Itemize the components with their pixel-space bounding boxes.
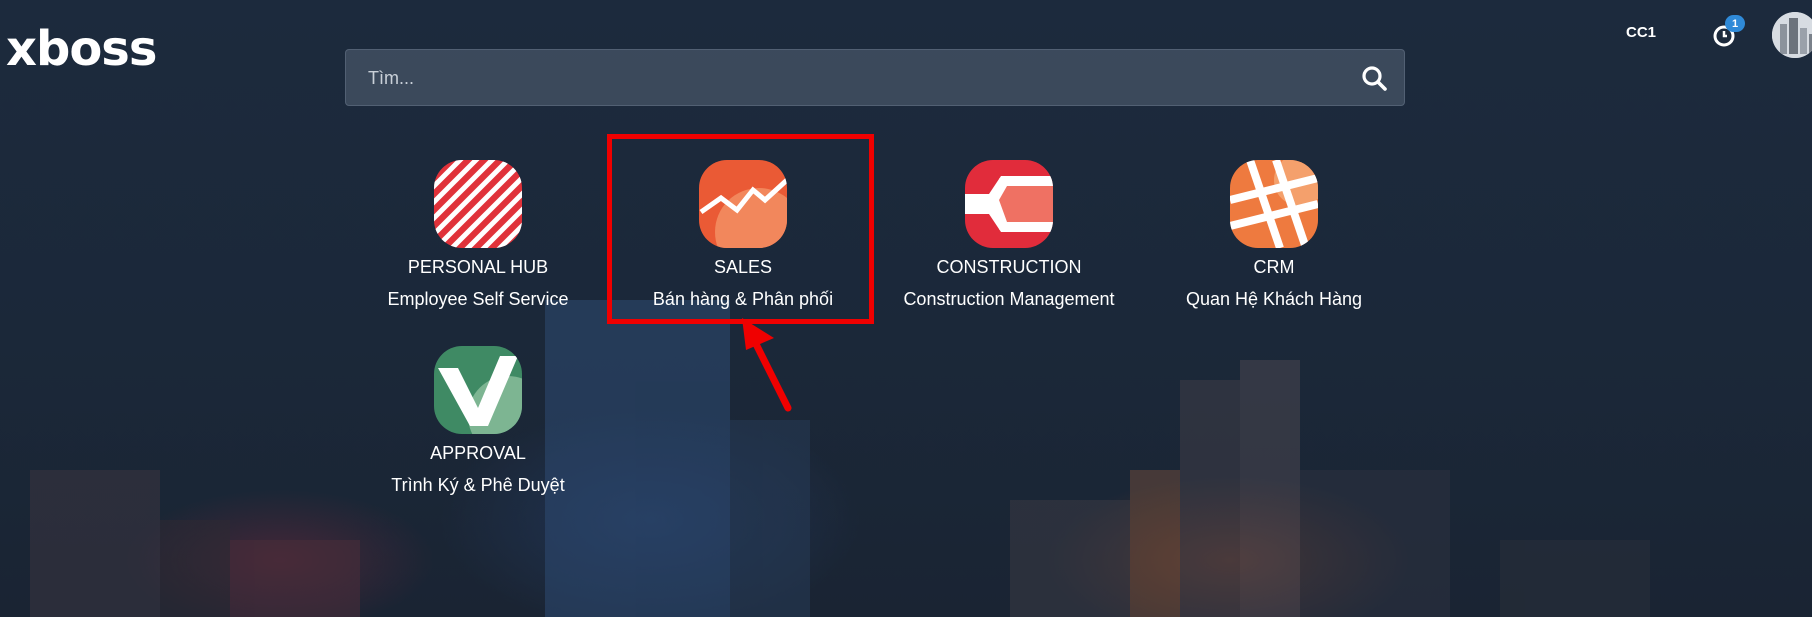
construction-icon bbox=[965, 160, 1053, 248]
xboss-logo[interactable]: xboss bbox=[6, 16, 157, 82]
company-switcher[interactable]: CC1 bbox=[1626, 24, 1656, 41]
app-construction[interactable]: CONSTRUCTION Construction Management bbox=[889, 160, 1129, 310]
app-name: CONSTRUCTION bbox=[936, 257, 1082, 277]
app-description: Quan Hệ Khách Hàng bbox=[1185, 289, 1363, 309]
crm-icon bbox=[1230, 160, 1318, 248]
search-bar bbox=[345, 49, 1405, 107]
search-input[interactable] bbox=[366, 50, 1330, 107]
sales-highlight-box bbox=[607, 134, 874, 324]
pointer-arrow-icon bbox=[742, 318, 792, 412]
app-name: APPROVAL bbox=[430, 443, 526, 463]
activity-button[interactable]: 1 bbox=[1708, 15, 1745, 54]
app-approval[interactable]: APPROVAL Trình Ký & Phê Duyệt bbox=[358, 346, 598, 496]
personal-hub-icon bbox=[434, 160, 522, 248]
app-personal-hub[interactable]: PERSONAL HUB Employee Self Service bbox=[358, 160, 598, 310]
app-name: CRM bbox=[1253, 257, 1295, 277]
app-crm[interactable]: CRM Quan Hệ Khách Hàng bbox=[1154, 160, 1394, 310]
activity-count-badge: 1 bbox=[1725, 15, 1745, 32]
app-description: Construction Management bbox=[903, 289, 1115, 309]
app-description: Employee Self Service bbox=[387, 289, 569, 309]
user-avatar[interactable] bbox=[1772, 12, 1812, 58]
app-description: Trình Ký & Phê Duyệt bbox=[391, 475, 565, 495]
app-name: PERSONAL HUB bbox=[407, 257, 549, 277]
approval-icon bbox=[434, 346, 522, 434]
search-icon[interactable] bbox=[1360, 64, 1388, 92]
